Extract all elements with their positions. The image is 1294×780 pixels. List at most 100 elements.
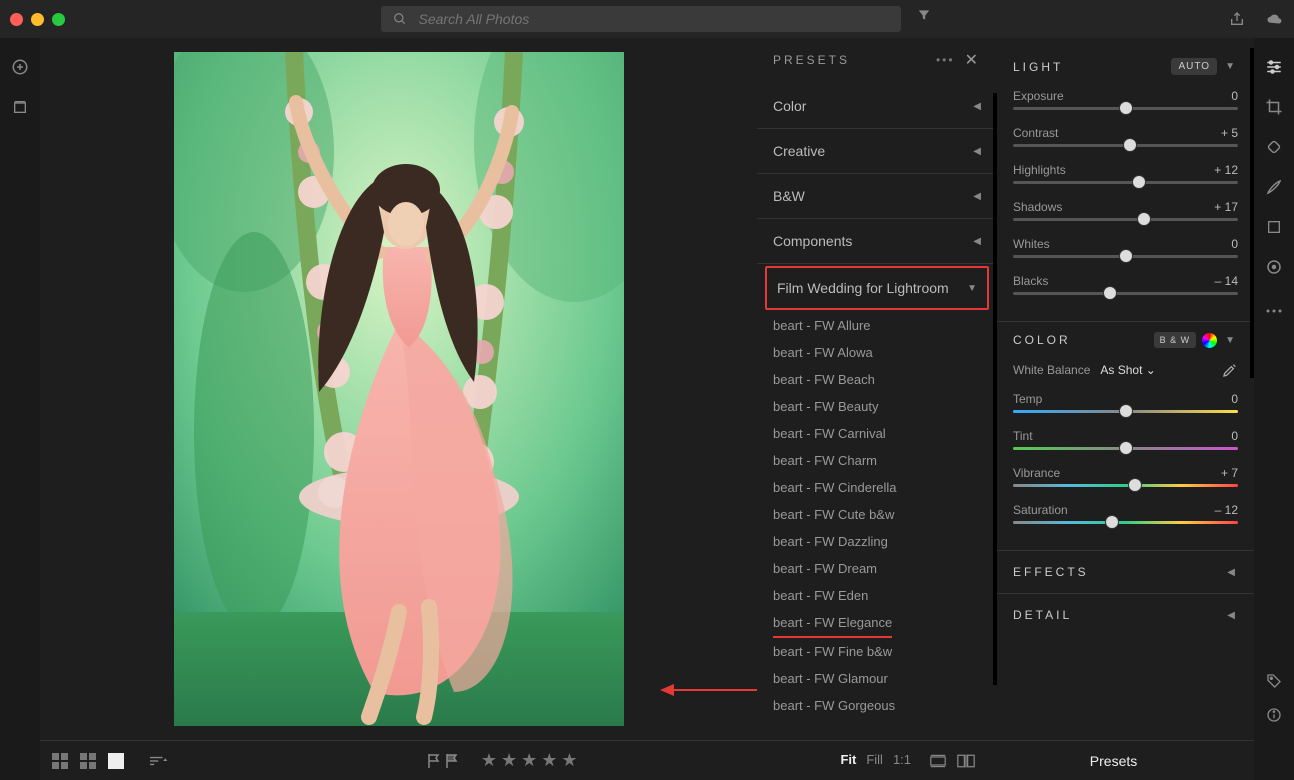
photo-canvas[interactable]	[40, 38, 757, 740]
bw-toggle-button[interactable]: B & W	[1154, 332, 1197, 348]
more-icon[interactable]	[1265, 302, 1283, 320]
wb-label: White Balance	[1013, 363, 1090, 377]
preset-item[interactable]: beart - FW Gorgeous	[757, 692, 997, 719]
adjust-scrollbar[interactable]	[1250, 48, 1254, 378]
blacks-slider[interactable]: Blacks– 14	[1013, 274, 1238, 295]
light-title: LIGHT	[1013, 60, 1063, 74]
preset-group-color[interactable]: Color◀	[757, 84, 997, 129]
preset-item[interactable]: beart - FW Dazzling	[757, 528, 997, 555]
preset-item[interactable]: beart - FW Fine b&w	[757, 638, 997, 665]
preset-item[interactable]: beart - FW Cinderella	[757, 474, 997, 501]
section-caret-icon[interactable]: ▼	[1225, 335, 1238, 346]
library-icon[interactable]	[11, 98, 29, 116]
light-section: LIGHT AUTO ▼ Exposure0 Contrast+ 5 Highl…	[997, 48, 1254, 321]
preset-item[interactable]: beart - FW Dream	[757, 555, 997, 582]
left-rail	[0, 38, 40, 740]
effects-section[interactable]: EFFECTS◀	[997, 550, 1254, 593]
auto-button[interactable]: AUTO	[1171, 58, 1217, 75]
collapse-icon: ◀	[973, 101, 981, 112]
compare-icon[interactable]	[957, 752, 975, 770]
detail-section[interactable]: DETAIL◀	[997, 593, 1254, 636]
preset-item[interactable]: beart - FW Charm	[757, 447, 997, 474]
share-icon[interactable]	[1228, 10, 1246, 28]
temp-slider[interactable]: Temp0	[1013, 392, 1238, 413]
single-view-icon[interactable]	[108, 753, 124, 769]
minimize-window-button[interactable]	[31, 13, 44, 26]
flag-controls[interactable]	[427, 753, 459, 769]
shadows-slider[interactable]: Shadows+ 17	[1013, 200, 1238, 221]
preset-group-film-wedding[interactable]: Film Wedding for Lightroom▼	[765, 266, 989, 310]
zoom-1to1[interactable]: 1:1	[893, 752, 911, 770]
expand-icon: ▼	[967, 283, 977, 294]
section-caret-icon[interactable]: ▼	[1225, 61, 1238, 72]
right-tool-rail	[1254, 38, 1294, 740]
rating-stars[interactable]: ★★★★★	[481, 750, 582, 771]
search-icon	[391, 10, 409, 28]
info-icon[interactable]	[1265, 706, 1283, 724]
preset-item[interactable]: beart - FW Beach	[757, 366, 997, 393]
collapse-icon: ◀	[973, 146, 981, 157]
color-section: COLOR B & W ▼ White Balance As Shot ⌄ Te…	[997, 321, 1254, 550]
edit-sliders-icon[interactable]	[1265, 58, 1283, 76]
tint-slider[interactable]: Tint0	[1013, 429, 1238, 450]
preset-item[interactable]: beart - FW Allure	[757, 312, 997, 339]
collapse-icon: ◀	[973, 236, 981, 247]
zoom-fit[interactable]: Fit	[840, 752, 856, 770]
cloud-icon[interactable]	[1266, 10, 1284, 28]
preset-group-components[interactable]: Components◀	[757, 219, 997, 264]
tag-icon[interactable]	[1265, 672, 1283, 690]
exposure-slider[interactable]: Exposure0	[1013, 89, 1238, 110]
collapse-icon: ◀	[973, 191, 981, 202]
window-controls	[10, 13, 65, 26]
bottom-bar: ★★★★★ Fit Fill 1:1 Presets	[40, 740, 1254, 780]
saturation-slider[interactable]: Saturation– 12	[1013, 503, 1238, 524]
collapse-icon: ◀	[1227, 567, 1238, 578]
close-window-button[interactable]	[10, 13, 23, 26]
adjust-panel: LIGHT AUTO ▼ Exposure0 Contrast+ 5 Highl…	[997, 38, 1254, 740]
preset-item[interactable]: beart - FW Glamour	[757, 665, 997, 692]
filmstrip-icon[interactable]	[929, 752, 947, 770]
main-photo	[174, 52, 624, 726]
search-box[interactable]	[381, 6, 901, 32]
filter-icon[interactable]	[915, 6, 933, 24]
presets-title: PRESETS	[773, 53, 850, 67]
sort-icon[interactable]	[150, 752, 168, 770]
vibrance-slider[interactable]: Vibrance+ 7	[1013, 466, 1238, 487]
presets-close-icon[interactable]: ✕	[965, 50, 981, 70]
grid-view-icon[interactable]	[52, 753, 68, 769]
preset-group-bw[interactable]: B&W◀	[757, 174, 997, 219]
preset-group-creative[interactable]: Creative◀	[757, 129, 997, 174]
brush-icon[interactable]	[1265, 178, 1283, 196]
main-area: PRESETS ••• ✕ Color◀ Creative◀ B&W◀ Comp…	[40, 38, 1254, 740]
maximize-window-button[interactable]	[52, 13, 65, 26]
flag-pick-icon[interactable]	[427, 753, 441, 769]
top-bar	[0, 0, 1294, 38]
flag-reject-icon[interactable]	[445, 753, 459, 769]
presets-menu-icon[interactable]: •••	[936, 53, 955, 67]
eyedropper-icon[interactable]	[1222, 362, 1238, 378]
preset-item[interactable]: beart - FW Eden	[757, 582, 997, 609]
crop-icon[interactable]	[1265, 98, 1283, 116]
collapse-icon: ◀	[1227, 610, 1238, 621]
heal-icon[interactable]	[1265, 138, 1283, 156]
preset-item-selected[interactable]: beart - FW Elegance	[773, 609, 892, 638]
highlights-slider[interactable]: Highlights+ 12	[1013, 163, 1238, 184]
search-input[interactable]	[419, 11, 891, 27]
preset-item[interactable]: beart - FW Beauty	[757, 393, 997, 420]
wb-dropdown[interactable]: As Shot ⌄	[1100, 363, 1155, 377]
color-title: COLOR	[1013, 333, 1071, 347]
preset-item[interactable]: beart - FW Carnival	[757, 420, 997, 447]
zoom-fill[interactable]: Fill	[866, 752, 883, 770]
linear-gradient-icon[interactable]	[1265, 218, 1283, 236]
zoom-controls: Fit Fill 1:1	[840, 752, 975, 770]
preset-item[interactable]: beart - FW Cute b&w	[757, 501, 997, 528]
grid-small-view-icon[interactable]	[80, 753, 96, 769]
radial-gradient-icon[interactable]	[1265, 258, 1283, 276]
presets-panel: PRESETS ••• ✕ Color◀ Creative◀ B&W◀ Comp…	[757, 38, 997, 740]
color-mixer-icon[interactable]	[1202, 333, 1217, 348]
contrast-slider[interactable]: Contrast+ 5	[1013, 126, 1238, 147]
presets-button[interactable]: Presets	[1090, 753, 1137, 769]
preset-item[interactable]: beart - FW Alowa	[757, 339, 997, 366]
add-photo-icon[interactable]	[11, 58, 29, 76]
whites-slider[interactable]: Whites0	[1013, 237, 1238, 258]
